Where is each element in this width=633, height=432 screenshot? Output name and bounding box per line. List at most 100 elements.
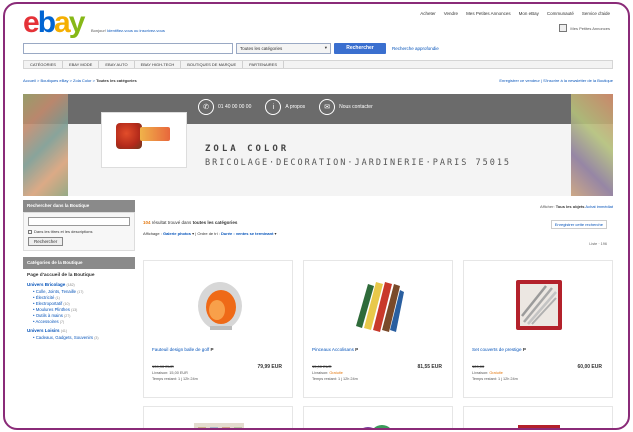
topnav-community[interactable]: Communauté	[547, 11, 574, 16]
item-title[interactable]: Pinceaux Accolisans P	[312, 347, 452, 352]
category-item-count: (13)	[71, 308, 78, 312]
catbar-hightech[interactable]: EBAY HIGH-TECH	[135, 61, 182, 68]
view-all-items[interactable]: Tous les objets	[556, 204, 585, 209]
item-title-text: Set couverts de prestige	[472, 347, 522, 352]
search-descriptions-option[interactable]: Dans les titres et les descriptions	[28, 229, 130, 234]
top-nav: Acheter Vendre Mes Petites Annonces Mon …	[420, 11, 610, 16]
search-button[interactable]: Rechercher	[334, 42, 386, 54]
store-categories: Page d'accueil de la Boutique Univers Br…	[23, 269, 135, 345]
category-select[interactable]: Toutes les catégories ▾	[236, 42, 331, 54]
chevron-down-icon: ▾	[324, 45, 327, 50]
banner-about-link[interactable]: i A propos	[265, 99, 305, 115]
sign-in-link[interactable]: Identifiez-vous ou inscrivez-vous	[107, 28, 165, 33]
descriptions-checkbox[interactable]	[28, 229, 32, 234]
catbar-partners[interactable]: PARTENAIRES	[243, 61, 284, 68]
category-item-label: Électricité	[35, 295, 55, 300]
category-item-label: Colle, Joints, Tenaille	[35, 289, 76, 294]
topnav-my-ebay[interactable]: Mon eBay	[519, 11, 539, 16]
store-search-input[interactable]	[28, 217, 130, 226]
category-group[interactable]: Univers Loisirs (41)	[27, 328, 131, 333]
category-item[interactable]: • Cadeaux, Gadgets, Souvenirs (3)	[27, 335, 131, 341]
store-banner: ✆ 01 40 00 00 00 i A propos ✉ Nous conta…	[23, 94, 613, 196]
result-count-scope: toutes les catégories	[192, 220, 238, 225]
phone-icon: ✆	[198, 99, 214, 115]
logo-letter-b: b	[37, 6, 56, 39]
banner-links: ✆ 01 40 00 00 00 i A propos ✉ Nous conta…	[198, 99, 373, 115]
item-card[interactable]: Set couverts de prestige P 120,00 60,00 …	[463, 260, 613, 398]
ebay-logo[interactable]: ebay	[23, 6, 86, 39]
item-price: 81,55 EUR	[417, 364, 442, 370]
banner-phone-link[interactable]: ✆ 01 40 00 00 00	[198, 99, 251, 115]
catbar-categories[interactable]: CATÉGORIES	[24, 61, 63, 68]
category-item-label: Accessoires	[35, 319, 59, 324]
browser-frame: ebay Bonjour! Identifiez-vous ou inscriv…	[3, 2, 630, 430]
save-search-button[interactable]: Enregistrer cette recherche	[550, 220, 607, 229]
item-shipping-free: Gratuite	[489, 371, 503, 375]
item-shipping-free: Gratuite	[329, 371, 343, 375]
store-home-link[interactable]: Page d'accueil de la Boutique	[27, 273, 131, 279]
store-logo[interactable]	[101, 112, 187, 168]
topnav-buy[interactable]: Acheter	[420, 11, 436, 16]
item-time-left: Temps restant: 1 j 12h 24m	[472, 377, 518, 381]
item-card[interactable]: Pinceaux Accolisans P 15,00 EUR 81,55 EU…	[303, 260, 453, 398]
breadcrumb-path[interactable]: Accueil > Boutiques eBay > Zola Color >	[23, 78, 95, 83]
catbar-fashion[interactable]: EBAY MODE	[63, 61, 100, 68]
site-header: ebay Bonjour! Identifiez-vous ou inscriv…	[5, 4, 628, 40]
item-shipping: Livraison: Gratuite	[312, 371, 343, 375]
banner-contact-label: Nous contacter	[339, 104, 373, 110]
greeting-text: Bonjour!	[91, 28, 106, 33]
catbar-auto[interactable]: EBAY AUTO	[99, 61, 135, 68]
category-item-count: (1)	[55, 296, 60, 300]
topnav-classifieds[interactable]: Mes Petites Annonces	[466, 11, 511, 16]
category-item-label: Electroportatif	[35, 301, 63, 306]
item-thumbnail[interactable]	[510, 421, 568, 430]
item-card[interactable]	[303, 406, 453, 430]
logo-letter-e: e	[23, 6, 40, 39]
item-card[interactable]	[463, 406, 613, 430]
store-search-button[interactable]: Rechercher	[28, 237, 64, 246]
account-link[interactable]: Mes Petites Annonces	[559, 24, 610, 32]
banner-art-right	[571, 94, 613, 196]
main-content: Afficher: Tous les objets Achat immédiat…	[143, 200, 613, 430]
category-item-count: (17)	[77, 290, 84, 294]
list-view-toggle[interactable]: Liste · 196	[589, 242, 607, 246]
item-thumbnail[interactable]	[190, 276, 248, 334]
item-thumbnail[interactable]	[350, 276, 408, 334]
breadcrumb-current: Toutes les catégories	[96, 78, 137, 83]
search-row: Toutes les catégories ▾ Rechercher Reche…	[23, 42, 613, 54]
item-old-price-value: 139,90 EUR	[152, 364, 174, 369]
classifieds-icon	[559, 24, 568, 32]
result-count-number: 104	[143, 220, 151, 225]
item-title[interactable]: Set couverts de prestige P	[472, 347, 612, 352]
banner-contact-link[interactable]: ✉ Nous contacter	[319, 99, 373, 115]
item-card[interactable]	[143, 406, 293, 430]
item-thumbnail[interactable]	[510, 276, 568, 334]
category-nav: CATÉGORIES EBAY MODE EBAY AUTO EBAY HIGH…	[23, 60, 613, 69]
mail-icon: ✉	[319, 99, 336, 115]
item-thumbnail[interactable]	[190, 421, 248, 430]
advanced-search-link[interactable]: Recherche approfondie	[392, 46, 439, 51]
catbar-brand-stores[interactable]: BOUTIQUES DE MARQUE	[181, 61, 244, 68]
sort-row: Affichage : Galerie photos ▾ | Ordre de …	[143, 231, 277, 236]
item-shipping: Livraison: 15,00 EUR	[152, 371, 188, 375]
item-thumbnail[interactable]	[350, 421, 408, 430]
search-input[interactable]	[23, 42, 233, 54]
item-title-text: Fauteuil design balle de golf	[152, 347, 210, 352]
sort-order-select[interactable]: Durée : ventes se terminant	[221, 231, 273, 236]
result-count: 104 résultat trouvé dans toutes les caté…	[143, 220, 237, 225]
view-filter-label: Afficher:	[539, 204, 555, 209]
category-group[interactable]: Univers Bricolage (182)	[27, 282, 131, 287]
topnav-sell[interactable]: Vendre	[444, 11, 458, 16]
item-old-price: 15,00 EUR	[312, 364, 332, 369]
item-card[interactable]: Fauteuil design balle de golf P 139,90 E…	[143, 260, 293, 398]
view-buy-now[interactable]: Achat immédiat	[585, 204, 613, 209]
category-item-label: Moulures Plinthes	[35, 307, 70, 312]
display-mode-select[interactable]: Galerie photos	[163, 231, 191, 236]
category-item[interactable]: • Accessoires (7)	[27, 319, 131, 325]
account-label: Mes Petites Annonces	[570, 25, 610, 31]
item-shipping: Livraison: Gratuite	[472, 371, 503, 375]
topnav-help[interactable]: Service d'aide	[582, 11, 610, 16]
item-title[interactable]: Fauteuil design balle de golf P	[152, 347, 292, 352]
logo-letter-y: y	[68, 6, 86, 39]
save-seller-link[interactable]: Enregistrer ce vendeur | S'inscrire à la…	[499, 78, 613, 83]
